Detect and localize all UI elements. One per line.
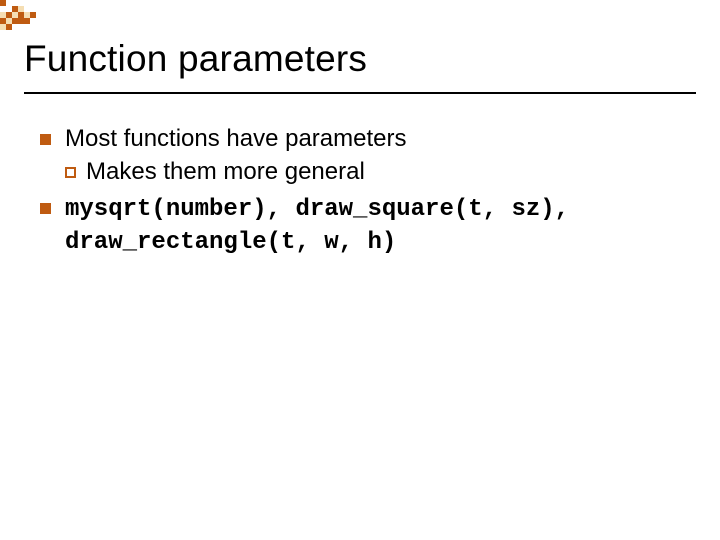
slide-title: Function parameters <box>24 38 696 80</box>
sub-bullet-text: Makes them more general <box>86 158 365 185</box>
bullet-text: Most functions have parameters <box>65 125 407 152</box>
bullet-hollow-icon <box>65 167 76 178</box>
bullet-text: mysqrt(number), draw_square(t, sz), draw… <box>65 196 569 256</box>
bullet-filled-icon <box>40 203 51 214</box>
bullet-item: mysqrt(number), draw_square(t, sz), draw… <box>40 193 696 258</box>
sub-bullet-item: Makes them more general <box>65 157 696 188</box>
pixel-logo-icon <box>0 0 60 30</box>
slide: Function parameters Most functions have … <box>0 0 720 540</box>
bullet-item: Most functions have parameters Makes the… <box>40 124 696 187</box>
bullet-filled-icon <box>40 134 51 145</box>
